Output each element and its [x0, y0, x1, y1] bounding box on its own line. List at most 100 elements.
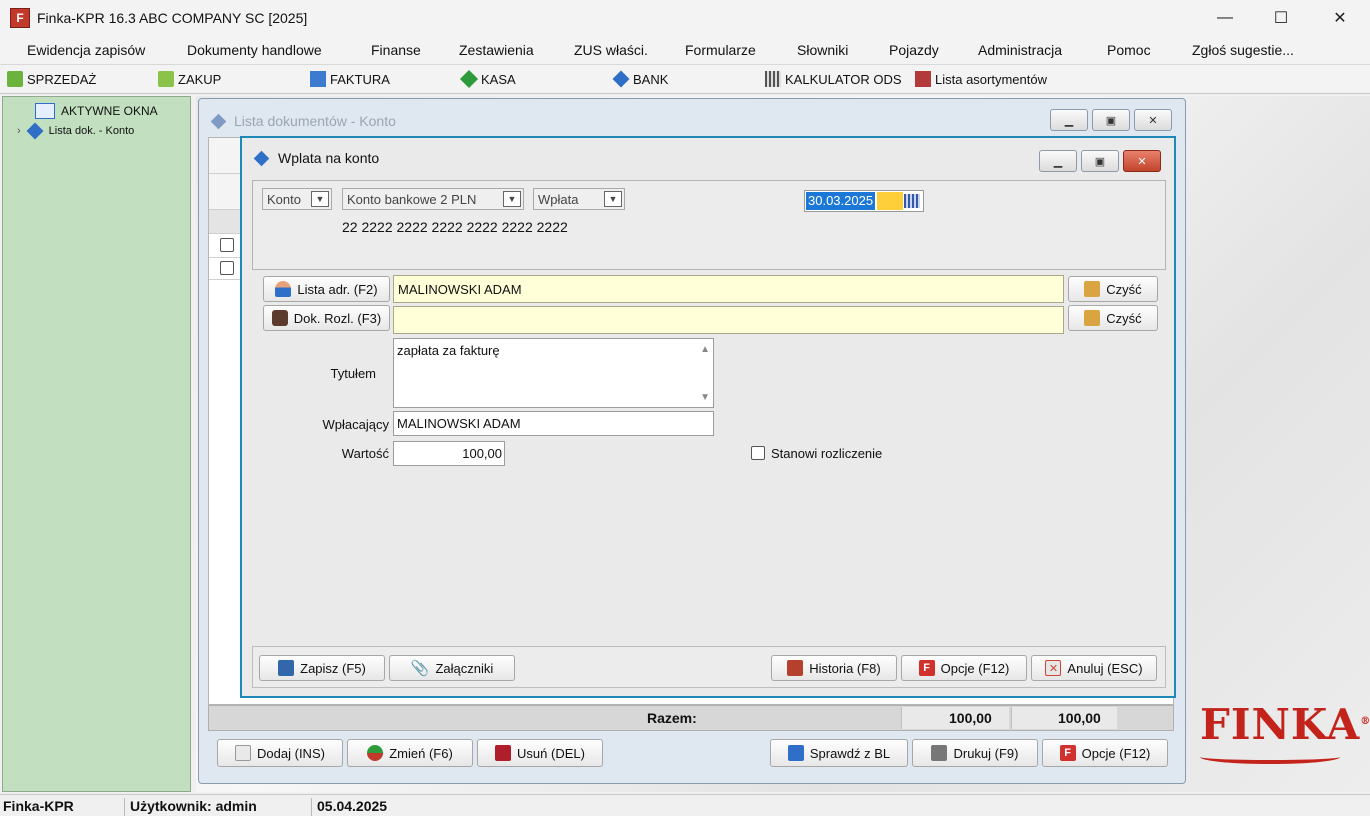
- address-list-label: Lista adr. (F2): [297, 281, 378, 297]
- contractor-value: MALINOWSKI ADAM: [398, 281, 522, 297]
- toolbar: SPRZEDAŻ ZAKUP FAKTURA KASA BANK KALKULA…: [0, 64, 1370, 94]
- settlement-doc-field[interactable]: [393, 306, 1064, 334]
- list-options-label: Opcje (F12): [1081, 745, 1151, 761]
- address-list-button[interactable]: Lista adr. (F2): [263, 276, 390, 302]
- date-field[interactable]: 30.03.2025: [804, 190, 924, 212]
- menu-zglos-sugestie[interactable]: Zgłoś sugestie...: [1192, 42, 1294, 58]
- windows-icon: [35, 103, 55, 119]
- account-combo[interactable]: Konto bankowe 2 PLN ▼: [342, 188, 524, 210]
- type-combo[interactable]: Wpłata ▼: [533, 188, 625, 210]
- minimize-button[interactable]: —: [1196, 0, 1254, 36]
- grid-header: [209, 210, 242, 234]
- menu-pomoc[interactable]: Pomoc: [1107, 42, 1151, 58]
- eraser-icon: [1084, 281, 1101, 297]
- dialog-options-button[interactable]: F Opcje (F12): [901, 655, 1027, 681]
- menu-formularze[interactable]: Formularze: [685, 42, 756, 58]
- menu-bar: Ewidencja zapisów Dokumenty handlowe Fin…: [0, 36, 1370, 64]
- contractor-field[interactable]: MALINOWSKI ADAM: [393, 275, 1064, 303]
- toolbar-bank[interactable]: BANK: [612, 70, 669, 88]
- list-minimize-button[interactable]: ▁: [1050, 109, 1088, 131]
- attachments-button[interactable]: 📎 Załączniki: [389, 655, 515, 681]
- grid-row[interactable]: [209, 258, 242, 280]
- menu-finanse[interactable]: Finanse: [371, 42, 421, 58]
- account-combo-value: Konto bankowe 2 PLN: [347, 191, 477, 207]
- tree-root-label: AKTYWNE OKNA: [61, 104, 158, 118]
- list-options-button[interactable]: F Opcje (F12): [1042, 739, 1168, 767]
- amount-label: Wartość: [341, 446, 389, 461]
- dropdown-arrow-icon[interactable]: ▼: [503, 191, 521, 207]
- payer-value: MALINOWSKI ADAM: [397, 416, 521, 431]
- toolbar-zakup[interactable]: ZAKUP: [158, 71, 221, 87]
- dialog-restore-button[interactable]: ▣: [1081, 150, 1119, 172]
- konto-combo[interactable]: Konto ▼: [262, 188, 332, 210]
- delete-icon: [495, 745, 512, 761]
- toolbar-sprzedaz-label: SPRZEDAŻ: [27, 71, 97, 87]
- title-textarea[interactable]: zapłata za fakturę ▲ ▼: [393, 338, 714, 408]
- maximize-button[interactable]: ☐: [1252, 0, 1310, 36]
- payer-label: Wpłacający: [322, 417, 389, 432]
- save-button[interactable]: Zapisz (F5): [259, 655, 385, 681]
- menu-pojazdy[interactable]: Pojazdy: [889, 42, 939, 58]
- payer-field[interactable]: MALINOWSKI ADAM: [393, 411, 714, 436]
- dropdown-arrow-icon[interactable]: ▼: [311, 191, 329, 207]
- menu-zestawienia[interactable]: Zestawienia: [459, 42, 534, 58]
- toolbar-kalkulator-ods[interactable]: KALKULATOR ODS: [765, 71, 902, 87]
- menu-ewidencja[interactable]: Ewidencja zapisów: [27, 42, 145, 58]
- menu-dokumenty-handlowe[interactable]: Dokumenty handlowe: [187, 42, 322, 58]
- eraser-icon: [1084, 310, 1101, 326]
- toolbar-bank-label: BANK: [633, 71, 669, 87]
- tree-item-label: Lista dok. - Konto: [48, 125, 135, 137]
- tree-root-aktywne-okna[interactable]: AKTYWNE OKNA: [35, 103, 158, 119]
- list-close-button[interactable]: ✕: [1134, 109, 1172, 131]
- calendar-icon[interactable]: [904, 194, 920, 208]
- check-bl-button[interactable]: Sprawdź z BL: [770, 739, 908, 767]
- status-user: Użytkownik: admin: [130, 798, 257, 814]
- menu-slowniki[interactable]: Słowniki: [797, 42, 848, 58]
- dropdown-arrow-icon[interactable]: ▼: [604, 191, 622, 207]
- settlement-checkbox[interactable]: [751, 446, 765, 460]
- dialog-options-label: Opcje (F12): [940, 660, 1010, 676]
- amount-field[interactable]: 100,00: [393, 441, 505, 466]
- clear-contractor-button[interactable]: Czyść: [1068, 276, 1158, 302]
- menu-administracja[interactable]: Administracja: [978, 42, 1062, 58]
- grid-row[interactable]: [209, 234, 242, 258]
- cancel-button-label: Anuluj (ESC): [1067, 660, 1143, 676]
- totals-value-2: 100,00: [1058, 710, 1101, 726]
- cancel-button[interactable]: ✕ Anuluj (ESC): [1031, 655, 1157, 681]
- tree-item-lista-dok-konto[interactable]: › Lista dok. - Konto: [17, 122, 135, 140]
- type-combo-value: Wpłata: [538, 191, 579, 207]
- dialog-close-button[interactable]: ✕: [1123, 150, 1161, 172]
- toolbar-kasa[interactable]: KASA: [459, 69, 516, 89]
- document-icon: [271, 310, 288, 326]
- status-app: Finka-KPR: [3, 798, 74, 814]
- close-button[interactable]: ✕: [1311, 0, 1369, 36]
- options-icon: F: [1059, 745, 1076, 761]
- history-button[interactable]: Historia (F8): [771, 655, 897, 681]
- scroll-down-icon[interactable]: ▼: [700, 392, 710, 403]
- add-button[interactable]: Dodaj (INS): [217, 739, 343, 767]
- menu-zus[interactable]: ZUS właści.: [574, 42, 648, 58]
- toolbar-sprzedaz[interactable]: SPRZEDAŻ: [7, 71, 96, 87]
- toolbar-kasa-label: KASA: [481, 71, 516, 87]
- dialog-minimize-button[interactable]: ▁: [1039, 150, 1077, 172]
- clear-contractor-label: Czyść: [1106, 281, 1142, 297]
- scroll-up-icon[interactable]: ▲: [700, 344, 710, 355]
- list-restore-button[interactable]: ▣: [1092, 109, 1130, 131]
- toolbar-faktura[interactable]: FAKTURA: [310, 71, 390, 87]
- row-checkbox[interactable]: [220, 238, 234, 252]
- row-checkbox[interactable]: [220, 261, 234, 275]
- delete-button[interactable]: Usuń (DEL): [477, 739, 603, 767]
- payment-dialog: Wplata na konto ▁ ▣ ✕ Konto ▼ Konto bank…: [240, 136, 1176, 698]
- status-date: 05.04.2025: [317, 798, 388, 814]
- clear-settlement-button[interactable]: Czyść: [1068, 305, 1158, 331]
- amount-value: 100,00: [462, 446, 502, 461]
- change-button[interactable]: Zmień (F6): [347, 739, 473, 767]
- bank-icon: [210, 113, 227, 129]
- print-button[interactable]: Drukuj (F9): [912, 739, 1038, 767]
- dialog-title-bar: Wplata na konto: [242, 138, 1174, 178]
- finka-logo-swoosh: [1200, 750, 1340, 764]
- toolbar-lista-asortymentow[interactable]: Lista asortymentów: [915, 71, 1047, 87]
- settlement-checkbox-label: Stanowi rozliczenie: [771, 446, 883, 461]
- list-window-title: Lista dokumentów - Konto: [210, 113, 396, 129]
- settlement-doc-button[interactable]: Dok. Rozl. (F3): [263, 305, 390, 331]
